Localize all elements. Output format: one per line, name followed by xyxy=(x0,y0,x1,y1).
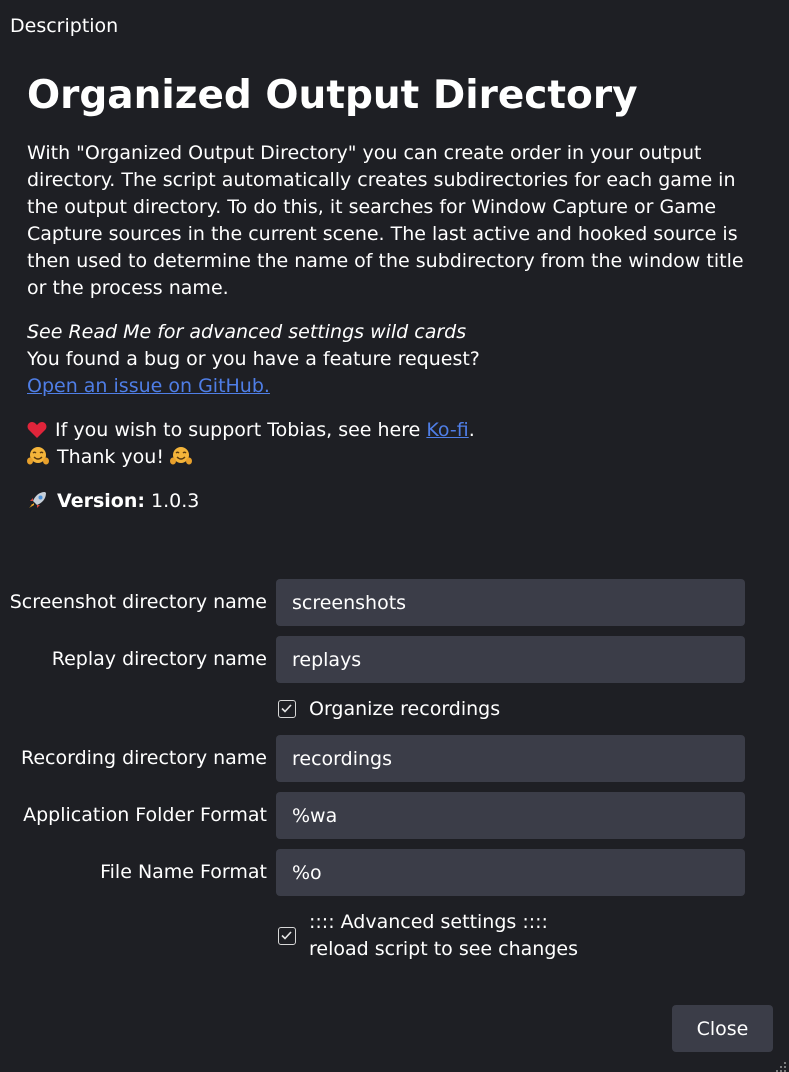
recording-directory-row: Recording directory name xyxy=(0,735,789,782)
checkbox-checked-icon[interactable] xyxy=(278,927,296,945)
hugging-face-icon xyxy=(27,444,51,471)
description-paragraph: With "Organized Output Directory" you ca… xyxy=(27,142,744,299)
help-block: See Read Me for advanced settings wild c… xyxy=(27,319,757,400)
file-name-format-label: File Name Format xyxy=(100,861,267,883)
resize-grip-icon[interactable] xyxy=(775,1058,787,1072)
section-label: Description xyxy=(10,15,119,37)
github-issue-link[interactable]: Open an issue on GitHub. xyxy=(27,375,270,397)
version-block: Version: 1.0.3 xyxy=(27,488,757,515)
support-block: If you wish to support Tobias, see here … xyxy=(27,417,757,471)
advanced-settings-checkbox[interactable]: :::: Advanced settings :::: reload scrip… xyxy=(276,909,596,963)
screenshot-directory-row: Screenshot directory name xyxy=(0,579,789,626)
close-button[interactable]: Close xyxy=(672,1005,773,1052)
screenshot-directory-label: Screenshot directory name xyxy=(9,591,267,613)
application-folder-format-label: Application Folder Format xyxy=(23,804,267,826)
thanks-text: Thank you! xyxy=(57,446,164,468)
file-name-format-input[interactable] xyxy=(276,849,745,896)
kofi-link[interactable]: Ko-fi xyxy=(426,419,468,441)
recording-directory-label: Recording directory name xyxy=(21,747,267,769)
advanced-settings-label: :::: Advanced settings :::: xyxy=(309,911,548,933)
replay-directory-row: Replay directory name xyxy=(0,636,789,683)
hugging-face-icon xyxy=(170,444,194,471)
support-end: . xyxy=(468,419,475,441)
advanced-settings-hint: reload script to see changes xyxy=(309,938,578,960)
organize-recordings-label: Organize recordings xyxy=(309,698,501,720)
description-panel: Organized Output Directory With "Organiz… xyxy=(27,70,757,515)
script-properties-window: Description Organized Output Directory W… xyxy=(0,0,789,1072)
support-line: If you wish to support Tobias, see here … xyxy=(27,417,757,444)
file-name-format-row: File Name Format xyxy=(0,849,789,896)
script-title: Organized Output Directory xyxy=(27,73,638,118)
application-folder-format-row: Application Folder Format xyxy=(0,792,789,839)
rocket-icon xyxy=(27,488,51,515)
bug-question: You found a bug or you have a feature re… xyxy=(27,348,480,370)
thanks-line: Thank you! xyxy=(27,444,757,471)
version-label: Version: xyxy=(57,490,145,512)
organize-recordings-checkbox[interactable]: Organize recordings xyxy=(276,696,576,723)
readme-note: See Read Me for advanced settings wild c… xyxy=(27,321,467,343)
replay-directory-label: Replay directory name xyxy=(51,648,267,670)
version-value: 1.0.3 xyxy=(151,490,200,512)
checkbox-checked-icon[interactable] xyxy=(278,700,296,718)
heart-icon xyxy=(27,417,49,444)
application-folder-format-input[interactable] xyxy=(276,792,745,839)
support-text: If you wish to support Tobias, see here xyxy=(55,419,427,441)
recording-directory-input[interactable] xyxy=(276,735,745,782)
replay-directory-input[interactable] xyxy=(276,636,745,683)
screenshot-directory-input[interactable] xyxy=(276,579,745,626)
